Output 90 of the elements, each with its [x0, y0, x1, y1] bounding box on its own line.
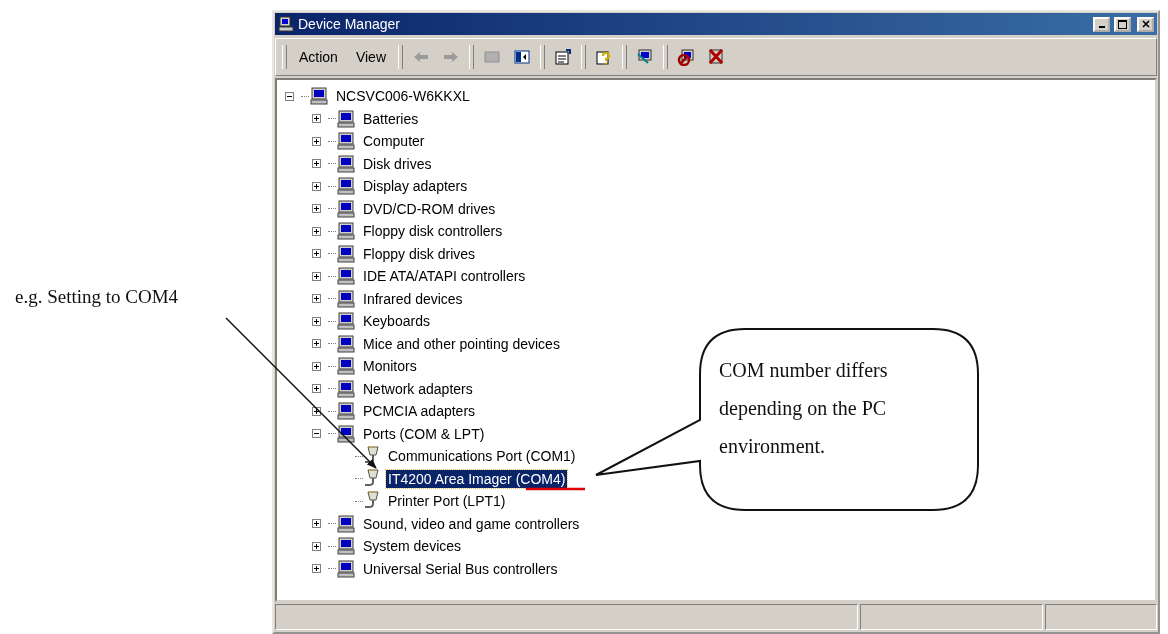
window-title: Device Manager [298, 16, 401, 32]
expand-button[interactable] [312, 294, 321, 304]
plus-icon [313, 520, 320, 528]
expand-button[interactable] [312, 181, 321, 191]
plus-icon [313, 385, 320, 393]
tree-item[interactable]: Mice and other pointing devices [361, 334, 562, 353]
device-icon [336, 177, 356, 196]
tree-item[interactable]: Floppy disk drives [361, 244, 478, 263]
tree-item[interactable]: Sound, video and game controllers [361, 514, 582, 533]
tree-item[interactable]: IT4200 Area Imager (COM4) [386, 469, 568, 488]
device-icon [336, 424, 356, 443]
tree-item[interactable]: Infrared devices [361, 289, 465, 308]
expand-button[interactable] [312, 339, 321, 349]
plus-icon [313, 407, 320, 415]
device-icon [336, 402, 356, 421]
tree-item[interactable]: Floppy disk controllers [361, 222, 505, 241]
port-icon [363, 468, 381, 489]
tree-item[interactable]: System devices [361, 537, 464, 556]
tree-item[interactable]: Ports (COM & LPT) [361, 424, 487, 443]
plus-icon [313, 295, 320, 303]
device-icon [336, 537, 356, 556]
expand-button[interactable] [312, 249, 321, 259]
menu-item[interactable]: View [349, 47, 392, 67]
menu-item[interactable]: Action [293, 47, 344, 67]
device-icon [336, 132, 356, 151]
device-icon [336, 222, 356, 241]
device-icon [309, 87, 329, 106]
plus-icon [313, 317, 320, 325]
tree-item[interactable]: Batteries [361, 109, 421, 128]
collapse-button[interactable] [312, 429, 321, 439]
plus-icon [313, 340, 320, 348]
expand-button[interactable] [312, 136, 321, 146]
plus-icon [313, 250, 320, 258]
plus-icon [313, 182, 320, 190]
device-icon [336, 199, 356, 218]
plus-icon [313, 272, 320, 280]
expand-button[interactable] [312, 384, 321, 394]
maximize-button[interactable] [1114, 16, 1131, 32]
tree-item[interactable]: Keyboards [361, 312, 432, 331]
device-icon [336, 514, 356, 533]
plus-icon [313, 160, 320, 168]
tree-item[interactable]: Disk drives [361, 154, 434, 173]
plus-icon [313, 205, 320, 213]
expand-button[interactable] [312, 159, 321, 169]
tree-item[interactable]: Monitors [361, 357, 419, 376]
device-icon [336, 334, 356, 353]
tree-item[interactable]: Universal Serial Bus controllers [361, 559, 560, 578]
tree-item[interactable]: Printer Port (LPT1) [386, 492, 508, 511]
tree-item[interactable]: NCSVC006-W6KKXL [334, 87, 472, 106]
callout-text: COM number differs depending on the PC environment. [719, 358, 889, 459]
device-icon [336, 559, 356, 578]
device-icon [336, 109, 356, 128]
expand-button[interactable] [312, 316, 321, 326]
device-icon [336, 379, 356, 398]
device-icon [336, 244, 356, 263]
plus-icon [313, 115, 320, 123]
computer-icon [278, 16, 294, 32]
close-button[interactable] [1137, 16, 1154, 32]
tree-item[interactable]: Display adapters [361, 177, 470, 196]
expand-button[interactable] [312, 564, 321, 574]
expand-button[interactable] [312, 541, 321, 551]
plus-icon [313, 227, 320, 235]
device-icon [336, 312, 356, 331]
expand-button[interactable] [312, 406, 321, 416]
plus-icon [313, 542, 320, 550]
expand-button[interactable] [312, 271, 321, 281]
plus-icon [313, 137, 320, 145]
tree-item[interactable]: Computer [361, 132, 427, 151]
tree-item[interactable]: IDE ATA/ATAPI controllers [361, 267, 528, 286]
tree-item[interactable]: DVD/CD-ROM drives [361, 199, 498, 218]
tree-item[interactable]: Communications Port (COM1) [386, 447, 578, 466]
device-icon [336, 289, 356, 308]
underline-mark [526, 487, 585, 491]
expand-button[interactable] [312, 519, 321, 529]
plus-icon [313, 565, 320, 573]
tree-item[interactable]: PCMCIA adapters [361, 402, 478, 421]
close-icon [1141, 20, 1150, 28]
annotation-text: e.g. Setting to COM4 [15, 286, 180, 308]
device-icon [336, 357, 356, 376]
plus-icon [313, 362, 320, 370]
tree-item[interactable]: Network adapters [361, 379, 475, 398]
maximize-icon [1118, 19, 1127, 29]
device-icon [336, 267, 356, 286]
expand-button[interactable] [312, 226, 321, 236]
collapse-button[interactable] [285, 91, 294, 101]
expand-button[interactable] [312, 361, 321, 371]
expand-button[interactable] [312, 204, 321, 214]
expand-button[interactable] [312, 114, 321, 124]
device-icon [336, 154, 356, 173]
minimize-button[interactable] [1093, 16, 1110, 32]
